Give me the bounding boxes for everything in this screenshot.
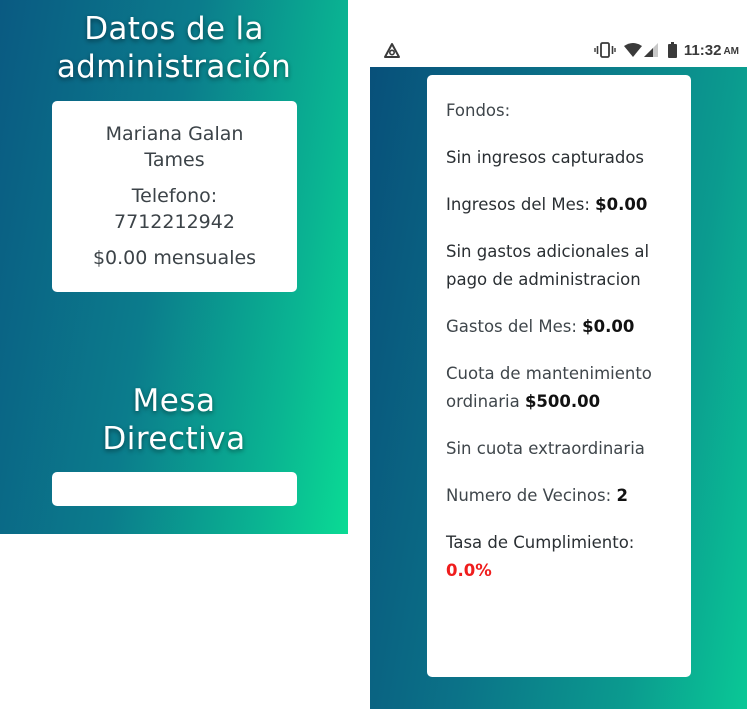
status-icons: 11:32 AM [594, 40, 739, 60]
income-status: Sin ingresos capturados [446, 148, 645, 167]
maintenance-fee-value: $500.00 [524, 392, 601, 411]
status-bar: 11:32 AM [370, 33, 747, 67]
extraordinary-fee-status: Sin cuota extraordinaria [446, 439, 645, 458]
monthly-expenses-label: Gastos del Mes: [446, 317, 577, 336]
app-notification-icon [384, 43, 400, 58]
compliance-rate-row: Tasa de Cumplimiento: 0.0% [446, 529, 673, 585]
admin-name: Mariana Galan Tames [105, 123, 244, 171]
app-content-area: Fondos: Sin ingresos capturados Ingresos… [370, 67, 747, 709]
monthly-fee: $0.00 mensuales [92, 247, 257, 269]
compliance-rate-label: Tasa de Cumplimiento: [446, 533, 635, 552]
funds-summary-card: Fondos: Sin ingresos capturados Ingresos… [427, 75, 691, 677]
admin-section-title: Datos de la administración [0, 10, 348, 86]
mesa-title-line2: Directiva [102, 421, 246, 457]
expenses-status: Sin gastos adicionales al pago de admini… [446, 242, 650, 289]
admin-info-card: Mariana Galan Tames Telefono: 7712212942… [52, 101, 297, 292]
phone-number[interactable]: 7712212942 [52, 209, 297, 235]
admin-panel: Datos de la administración Mariana Galan… [0, 0, 348, 534]
monthly-income-value: $0.00 [595, 195, 648, 214]
monthly-income-row: Ingresos del Mes: $0.00 [446, 191, 673, 219]
wifi-icon [623, 43, 642, 57]
status-time: 11:32 [683, 41, 722, 59]
status-ampm: AM [723, 46, 739, 57]
monthly-expenses-row: Gastos del Mes: $0.00 [446, 313, 673, 341]
fondos-label: Fondos: [446, 101, 511, 120]
mesa-title-line1: Mesa [132, 383, 216, 419]
monthly-income-label: Ingresos del Mes: [446, 195, 590, 214]
battery-icon [667, 42, 677, 58]
admin-title-line1: Datos de la [84, 11, 264, 47]
phone-label: Telefono: [131, 185, 218, 207]
mesa-directiva-title: Mesa Directiva [0, 382, 348, 458]
maintenance-fee-row: Cuota de mantenimiento ordinaria $500.00 [446, 360, 673, 416]
mesa-directiva-card [52, 472, 297, 506]
phone-screen: 11:32 AM Fondos: Sin ingresos capturados… [370, 33, 747, 709]
neighbors-count-label: Numero de Vecinos: [446, 486, 612, 505]
admin-title-line2: administración [56, 49, 292, 85]
neighbors-count-row: Numero de Vecinos: 2 [446, 482, 673, 510]
neighbors-count-value: 2 [616, 486, 628, 505]
monthly-expenses-value: $0.00 [582, 317, 635, 336]
vibrate-icon [594, 42, 616, 58]
signal-icon [643, 43, 658, 57]
compliance-rate-value: 0.0% [446, 561, 492, 580]
